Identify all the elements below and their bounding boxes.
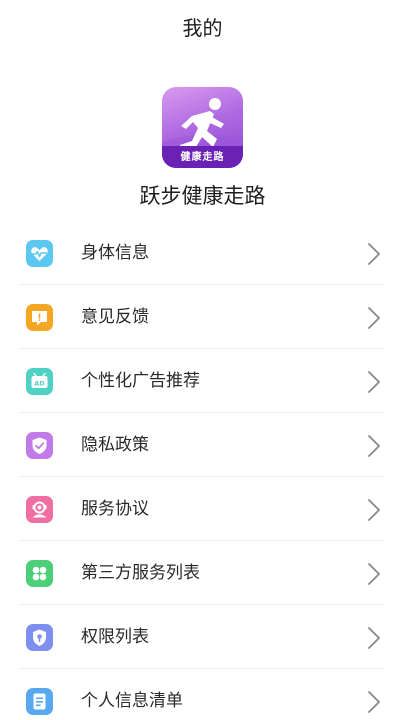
menu-item-feedback[interactable]: 意见反馈 [0, 285, 405, 349]
settings-menu: 身体信息 意见反馈 AD 个性化广告推荐 隐私政策 服务协议 第三方服务列表 权… [0, 221, 405, 720]
page-title: 我的 [182, 16, 223, 40]
svg-text:AD: AD [34, 379, 45, 387]
app-name: 跃步健康走路 [139, 184, 266, 208]
chevron-right-icon [368, 499, 380, 521]
menu-item-body-info[interactable]: 身体信息 [0, 221, 405, 285]
chevron-right-icon [368, 435, 380, 457]
chevron-right-icon [368, 627, 380, 649]
chevron-right-icon [368, 563, 380, 585]
privacy-shield-icon [26, 432, 53, 459]
app-logo: 健康走路 [162, 87, 243, 168]
feedback-icon [26, 304, 53, 331]
ad-icon: AD [26, 368, 53, 395]
menu-item-service-agreement[interactable]: 服务协议 [0, 477, 405, 541]
info-list-icon [26, 688, 53, 715]
agreement-icon [26, 496, 53, 523]
menu-item-personalized-ads[interactable]: AD 个性化广告推荐 [0, 349, 405, 413]
menu-item-label: 身体信息 [81, 243, 149, 263]
menu-item-label: 个性化广告推荐 [81, 371, 200, 391]
chevron-right-icon [368, 243, 380, 265]
logo-text: 健康走路 [180, 152, 225, 163]
chevron-right-icon [368, 371, 380, 393]
permission-icon [26, 624, 53, 651]
third-party-icon [26, 560, 53, 587]
menu-item-label: 权限列表 [81, 627, 149, 647]
heartbeat-icon [26, 240, 53, 267]
chevron-right-icon [368, 691, 380, 713]
menu-item-label: 隐私政策 [81, 435, 149, 455]
menu-item-privacy-policy[interactable]: 隐私政策 [0, 413, 405, 477]
menu-item-label: 第三方服务列表 [81, 563, 200, 583]
menu-item-permissions[interactable]: 权限列表 [0, 605, 405, 669]
chevron-right-icon [368, 307, 380, 329]
menu-item-label: 意见反馈 [81, 307, 149, 327]
menu-item-personal-info-list[interactable]: 个人信息清单 [0, 669, 405, 720]
menu-item-third-party-services[interactable]: 第三方服务列表 [0, 541, 405, 605]
profile-page: 我的 健康走路 跃步健康走路 身体信息 意见反馈 AD 个性化广告推荐 隐私政策… [0, 0, 405, 720]
menu-item-label: 服务协议 [81, 499, 149, 519]
menu-item-label: 个人信息清单 [81, 691, 183, 711]
